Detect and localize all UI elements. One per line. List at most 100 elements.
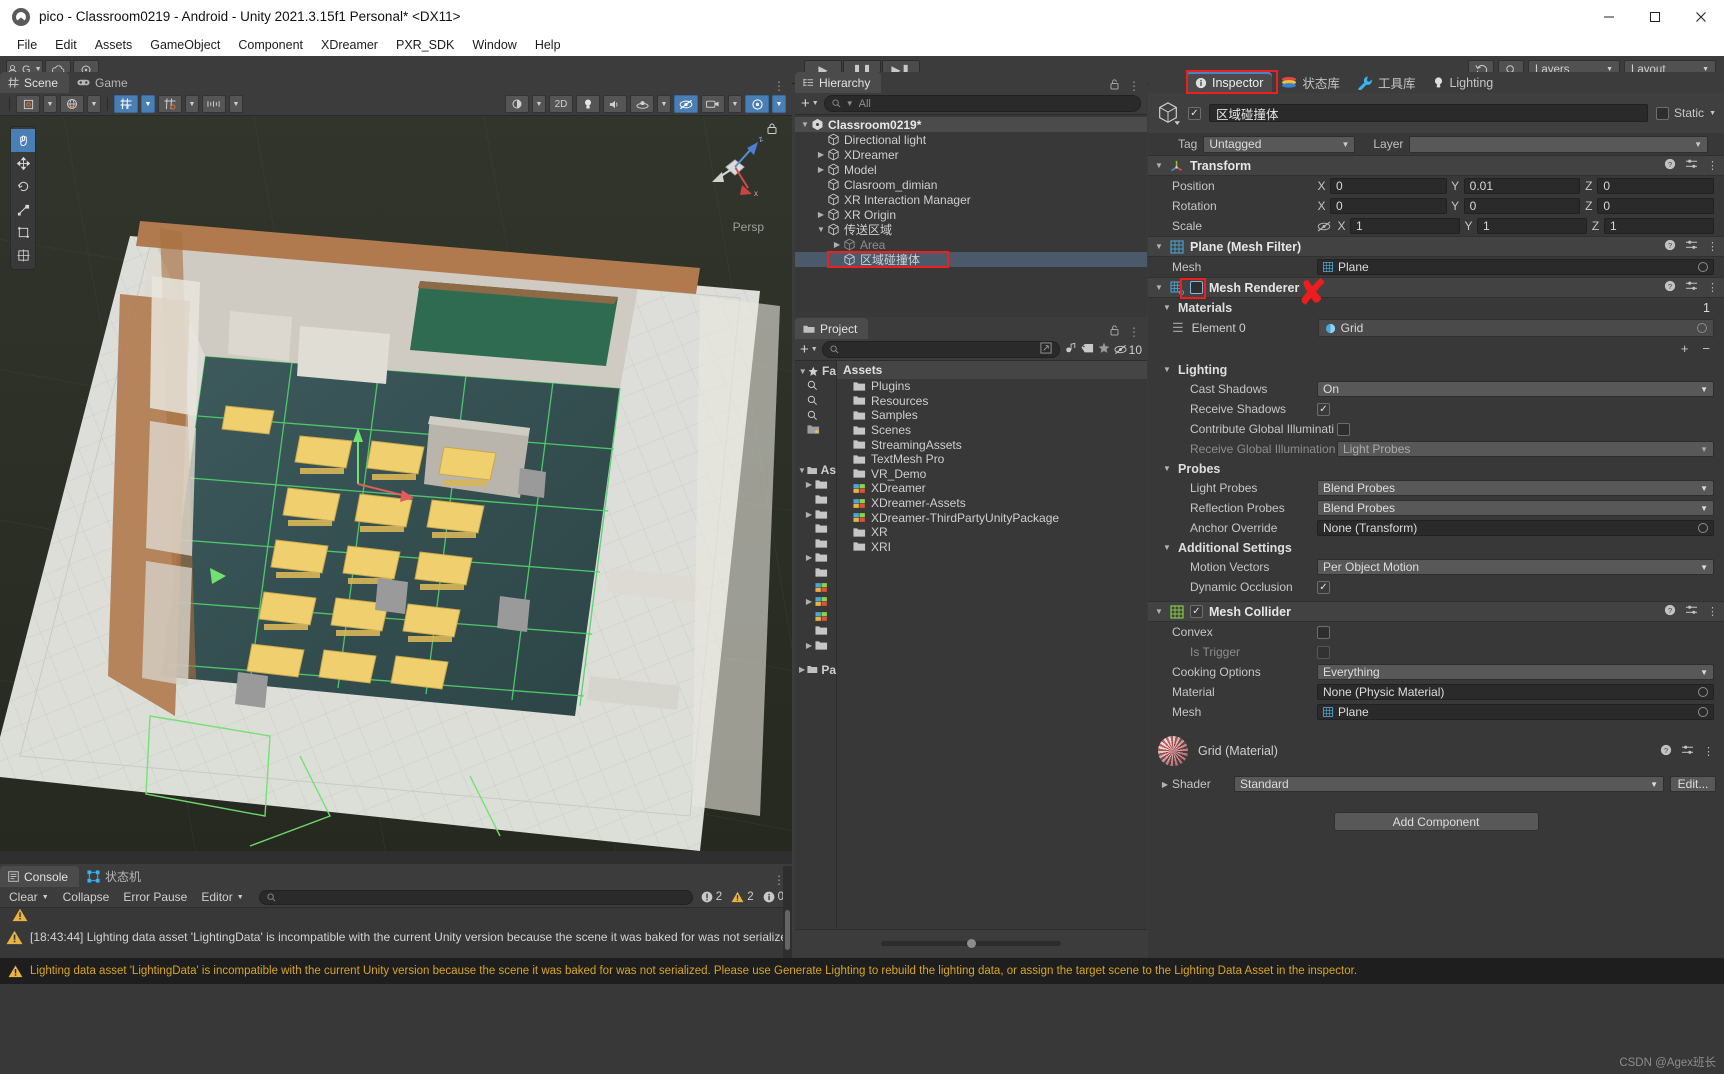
- menu-assets[interactable]: Assets: [86, 36, 142, 54]
- global-toggle-button[interactable]: [60, 95, 84, 113]
- transform-rotation-z-input[interactable]: 0: [1597, 198, 1715, 214]
- project-saved-search-1[interactable]: [795, 379, 836, 394]
- project-folder-row[interactable]: XRI: [837, 540, 1147, 555]
- contribute-gi-checkbox[interactable]: [1337, 422, 1350, 436]
- preset-icon[interactable]: [1685, 604, 1698, 619]
- tab-console[interactable]: Console: [0, 866, 80, 887]
- close-button[interactable]: [1678, 0, 1724, 33]
- console-editor-button[interactable]: Editor ▼: [194, 888, 250, 906]
- project-tree-row[interactable]: ▶: [795, 507, 836, 522]
- shading-dropdown[interactable]: ▼: [532, 95, 546, 113]
- mesh-filter-mesh-field[interactable]: Plane: [1317, 259, 1714, 275]
- shading-mode-button[interactable]: [505, 95, 529, 113]
- tab-tool-library[interactable]: 工具库: [1349, 72, 1425, 93]
- tab-inspector[interactable]: Inspector: [1186, 72, 1273, 93]
- component-menu-icon[interactable]: ⋮: [1707, 240, 1718, 253]
- project-tree-arrow[interactable]: ▶: [803, 641, 815, 650]
- grid-snap-toggle-button[interactable]: Y: [114, 95, 138, 113]
- tab-project[interactable]: Project: [795, 318, 869, 339]
- scene-visibility-button[interactable]: [674, 95, 698, 113]
- anchor-override-field[interactable]: None (Transform): [1317, 520, 1714, 536]
- project-zoom-slider[interactable]: [881, 939, 1061, 948]
- hierarchy-item[interactable]: ▼ Classroom0219*: [795, 117, 1147, 132]
- hierarchy-foldout-arrow[interactable]: ▶: [815, 150, 827, 159]
- project-packages-root[interactable]: ▶ Pa: [795, 663, 836, 678]
- component-menu-icon[interactable]: ⋮: [1707, 281, 1718, 294]
- project-folder-row[interactable]: XDreamer: [837, 481, 1147, 496]
- collider-material-field[interactable]: None (Physic Material): [1317, 684, 1714, 700]
- rotate-tool-button[interactable]: [11, 175, 35, 198]
- preset-icon[interactable]: [1681, 744, 1694, 759]
- project-folder-row[interactable]: XDreamer-ThirdPartyUnityPackage: [837, 510, 1147, 525]
- convex-checkbox[interactable]: [1317, 625, 1330, 639]
- scene-orientation-gizmo[interactable]: z x: [692, 130, 778, 216]
- menu-edit[interactable]: Edit: [46, 36, 86, 54]
- menu-xdreamer[interactable]: XDreamer: [312, 36, 387, 54]
- scene-lighting-button[interactable]: [576, 95, 600, 113]
- project-folder-row[interactable]: XDreamer-Assets: [837, 496, 1147, 511]
- static-toggle[interactable]: Static ▼: [1656, 106, 1716, 120]
- project-tree-row[interactable]: [795, 521, 836, 536]
- mesh-collider-component-header[interactable]: ▼ ✓ Mesh Collider ? ⋮: [1148, 601, 1724, 622]
- hierarchy-item[interactable]: ▶ Area: [795, 237, 1147, 252]
- object-name-input[interactable]: 区域碰撞体: [1209, 104, 1649, 122]
- status-bar[interactable]: Lighting data asset 'LightingData' is in…: [0, 958, 1724, 984]
- project-favorites-root[interactable]: ▼ Fa: [795, 364, 836, 379]
- transform-rotation-x-input[interactable]: 0: [1330, 198, 1447, 214]
- project-tree-row[interactable]: [795, 624, 836, 639]
- cast-shadows-dropdown[interactable]: On ▼: [1317, 381, 1714, 397]
- audio-toggle-button[interactable]: [603, 95, 627, 113]
- transform-position-x-input[interactable]: 0: [1330, 178, 1447, 194]
- menu-help[interactable]: Help: [526, 36, 570, 54]
- project-folder-row[interactable]: TextMesh Pro: [837, 452, 1147, 467]
- gizmos-toggle-button[interactable]: [745, 95, 769, 113]
- console-search-input[interactable]: [258, 889, 693, 905]
- tab-game[interactable]: Game: [69, 72, 139, 93]
- object-enabled-checkbox[interactable]: ✓: [1188, 106, 1201, 120]
- motion-vectors-dropdown[interactable]: Per Object Motion ▼: [1317, 559, 1714, 575]
- menu-gameobject[interactable]: GameObject: [141, 36, 229, 54]
- menu-window[interactable]: Window: [463, 36, 525, 54]
- transform-scale-y-input[interactable]: 1: [1477, 218, 1587, 234]
- tab-state-machine[interactable]: 状态机: [79, 866, 152, 887]
- console-clear-button[interactable]: Clear ▼: [2, 888, 56, 906]
- project-saved-search-3[interactable]: [795, 408, 836, 423]
- pivot-dropdown[interactable]: ▼: [43, 95, 57, 113]
- project-menu-icon[interactable]: ⋮: [1128, 325, 1140, 339]
- transform-component-header[interactable]: ▼ Transform ? ⋮: [1148, 155, 1724, 176]
- object-picker-icon[interactable]: [1698, 523, 1708, 533]
- project-saved-search-2[interactable]: [795, 393, 836, 408]
- grid-snap-dropdown[interactable]: ▼: [141, 95, 155, 113]
- hierarchy-add-button[interactable]: + ▼: [801, 96, 819, 111]
- mesh-renderer-component-header[interactable]: ▼ Mesh Renderer ? ⋮ ✘: [1148, 274, 1724, 312]
- project-hidden-count[interactable]: 10: [1114, 343, 1142, 357]
- static-checkbox[interactable]: [1656, 106, 1670, 120]
- transform-scale-x-input[interactable]: 1: [1350, 218, 1460, 234]
- cooking-options-dropdown[interactable]: Everything ▼: [1317, 664, 1714, 680]
- mesh-collider-enabled-checkbox[interactable]: ✓: [1190, 605, 1203, 618]
- console-info-count[interactable]: 0: [763, 891, 784, 903]
- project-tree-arrow[interactable]: ▶: [803, 480, 815, 489]
- help-icon[interactable]: ?: [1660, 744, 1672, 759]
- console-warning-count[interactable]: 2: [731, 891, 754, 903]
- component-menu-icon[interactable]: ⋮: [1703, 745, 1714, 758]
- help-icon[interactable]: ?: [1664, 604, 1676, 619]
- hierarchy-item[interactable]: ▼ 传送区域: [795, 222, 1147, 237]
- project-tree-row[interactable]: ▶: [795, 478, 836, 493]
- console-first-warning-row[interactable]: [0, 905, 783, 925]
- hierarchy-item[interactable]: ▶ Model: [795, 162, 1147, 177]
- project-tree-arrow[interactable]: ▶: [803, 597, 815, 606]
- constrain-proportions-icon[interactable]: [1317, 220, 1331, 232]
- hierarchy-item[interactable]: XR Interaction Manager: [795, 192, 1147, 207]
- preset-icon[interactable]: [1685, 280, 1698, 295]
- preset-icon[interactable]: [1685, 158, 1698, 173]
- hierarchy-foldout-arrow[interactable]: ▶: [815, 210, 827, 219]
- additional-settings-header[interactable]: ▼ Additional Settings: [1148, 538, 1724, 557]
- shader-foldout-arrow[interactable]: ▶: [1158, 780, 1172, 789]
- drag-handle-icon[interactable]: ☰: [1172, 320, 1184, 336]
- transform-rotation-y-input[interactable]: 0: [1463, 198, 1581, 214]
- search-expand-icon[interactable]: [1040, 342, 1052, 357]
- mesh-renderer-foldout-arrow[interactable]: ▼: [1154, 283, 1164, 292]
- project-filter-audio-icon[interactable]: [1064, 342, 1077, 357]
- scene-tab-menu[interactable]: ⋮: [773, 79, 792, 93]
